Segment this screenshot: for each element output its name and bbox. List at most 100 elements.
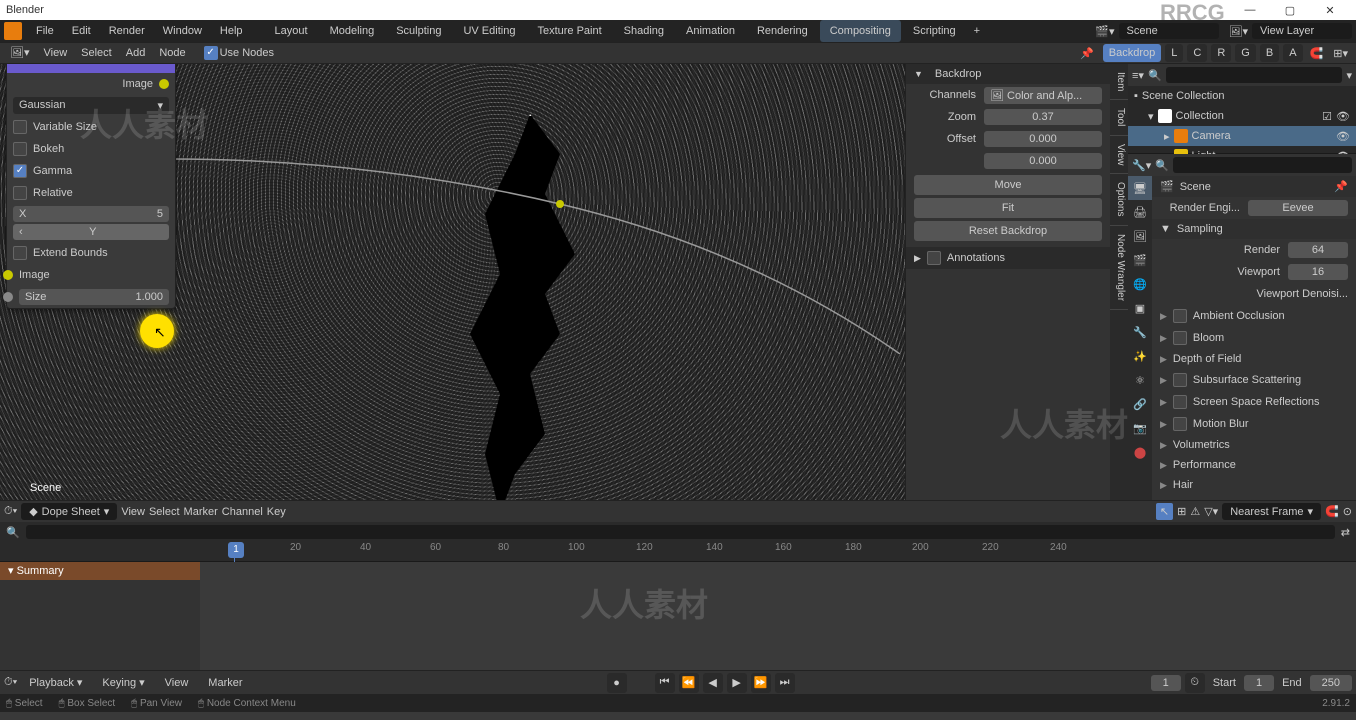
constraint-tab-icon[interactable]: 🔗 — [1128, 392, 1152, 416]
fit-button[interactable]: Fit — [914, 198, 1102, 218]
vtab-options[interactable]: Options — [1110, 174, 1128, 225]
playback-dropdown[interactable]: Playback ▾ — [21, 674, 90, 691]
outliner-collection[interactable]: ▾Collection☑👁 — [1128, 106, 1356, 126]
relative-checkbox[interactable] — [13, 186, 27, 200]
swap-icon[interactable]: ⇄ — [1341, 526, 1350, 539]
section-depth-of-field[interactable]: ▶Depth of Field — [1152, 349, 1356, 369]
tab-modeling[interactable]: Modeling — [320, 20, 385, 42]
object-tab-icon[interactable]: ▣ — [1128, 296, 1152, 320]
timeline-editor-dropdown[interactable]: ⏱▾ — [4, 676, 17, 689]
tab-scripting[interactable]: Scripting — [903, 20, 966, 42]
use-nodes-checkbox[interactable] — [204, 46, 218, 60]
add-workspace-button[interactable]: + — [968, 25, 986, 37]
tab-compositing[interactable]: Compositing — [820, 20, 901, 42]
world-tab-icon[interactable]: 🌐 — [1128, 272, 1152, 296]
dope-select-icon[interactable]: ↖ — [1156, 503, 1173, 520]
section-subsurface-scattering[interactable]: ▶Subsurface Scattering — [1152, 369, 1356, 391]
track-area[interactable] — [200, 562, 1356, 670]
image-output-socket[interactable] — [159, 79, 169, 89]
tab-rendering[interactable]: Rendering — [747, 20, 818, 42]
snap-type-dropdown[interactable]: ⊞▾ — [1329, 47, 1352, 60]
material-tab-icon[interactable]: ⬤ — [1128, 440, 1152, 464]
jump-next-key-button[interactable]: ⏩ — [751, 673, 771, 693]
minimize-button[interactable]: — — [1230, 4, 1270, 16]
dope-menu-key[interactable]: Key — [267, 506, 286, 518]
autokey-button[interactable]: ● — [607, 673, 627, 693]
outliner-camera[interactable]: ▸Camera👁 — [1128, 126, 1356, 146]
viewlayer-tab-icon[interactable]: 🖼 — [1128, 224, 1152, 248]
menu-edit[interactable]: Edit — [64, 20, 99, 42]
vtab-view[interactable]: View — [1110, 136, 1128, 175]
props-editor-dropdown[interactable]: 🔧▾ — [1132, 159, 1151, 172]
dope-menu-channel[interactable]: Channel — [222, 506, 263, 518]
compositor-menu-node[interactable]: Node — [153, 42, 191, 64]
blur-x-field[interactable]: X5 — [13, 206, 169, 222]
size-input-socket[interactable] — [3, 292, 13, 302]
vtab-item[interactable]: Item — [1110, 64, 1128, 100]
scene-browse-icon[interactable]: 🎬▾ — [1095, 25, 1114, 38]
size-field[interactable]: Size1.000 — [19, 289, 169, 305]
move-button[interactable]: Move — [914, 175, 1102, 195]
section-bloom[interactable]: ▶Bloom — [1152, 327, 1356, 349]
extend-bounds-checkbox[interactable] — [13, 246, 27, 260]
tab-sculpting[interactable]: Sculpting — [386, 20, 451, 42]
compositor-menu-view[interactable]: View — [38, 42, 74, 64]
menu-file[interactable]: File — [28, 20, 62, 42]
section-hair[interactable]: ▶Hair — [1152, 475, 1356, 495]
keying-dropdown[interactable]: Keying ▾ — [94, 674, 152, 691]
play-reverse-button[interactable]: ◀ — [703, 673, 723, 693]
outliner-scene-collection[interactable]: ▪Scene Collection — [1128, 86, 1356, 106]
viewlayer-browse-icon[interactable]: 🖼▾ — [1229, 25, 1249, 38]
compositor-menu-add[interactable]: Add — [120, 42, 152, 64]
viewport-samples-field[interactable]: 16 — [1288, 264, 1348, 280]
tab-layout[interactable]: Layout — [265, 20, 318, 42]
physics-tab-icon[interactable]: ⚛ — [1128, 368, 1152, 392]
render-engine-dropdown[interactable]: Eevee — [1248, 200, 1348, 216]
filter-icon[interactable]: ▾ — [1346, 69, 1352, 82]
pin-icon[interactable]: 📌 — [1334, 180, 1348, 193]
dope-show-sliders-icon[interactable]: ⊞ — [1177, 505, 1186, 518]
end-frame-field[interactable]: 250 — [1310, 675, 1352, 691]
dope-menu-select[interactable]: Select — [149, 506, 180, 518]
pin-icon[interactable]: 📌 — [1074, 47, 1100, 60]
channel-l[interactable]: L — [1165, 44, 1183, 62]
section-ambient-occlusion[interactable]: ▶Ambient Occlusion — [1152, 305, 1356, 327]
timeline-ruler[interactable]: 1 20406080100120140160180200220240 — [0, 542, 1356, 562]
play-button[interactable]: ▶ — [727, 673, 747, 693]
dope-search-field[interactable] — [26, 525, 1335, 539]
dopesheet-editor-dropdown[interactable]: ⏱▾ — [4, 505, 17, 518]
collection-checkbox[interactable]: ☑ — [1322, 110, 1332, 123]
editor-type-dropdown[interactable]: 🖼▾ — [4, 42, 36, 64]
scene-name-field[interactable]: Scene — [1119, 23, 1219, 39]
jump-prev-key-button[interactable]: ⏪ — [679, 673, 699, 693]
blur-node-header[interactable] — [7, 64, 175, 73]
outliner-type-dropdown[interactable]: ≡▾ — [1132, 69, 1144, 82]
scene-tab-icon[interactable]: 🎬 — [1128, 248, 1152, 272]
vtab-tool[interactable]: Tool — [1110, 100, 1128, 135]
section-checkbox[interactable] — [1173, 395, 1187, 409]
dopesheet-mode-dropdown[interactable]: ◆Dope Sheet▾ — [21, 503, 117, 520]
compositor-menu-select[interactable]: Select — [75, 42, 118, 64]
dope-proportional-icon[interactable]: ⊙ — [1343, 505, 1352, 518]
zoom-field[interactable]: 0.37 — [984, 109, 1102, 125]
section-checkbox[interactable] — [1173, 309, 1187, 323]
section-volumetrics[interactable]: ▶Volumetrics — [1152, 435, 1356, 455]
menu-render[interactable]: Render — [101, 20, 153, 42]
current-frame-indicator[interactable]: 1 — [228, 542, 244, 558]
image-input-socket[interactable] — [3, 270, 13, 280]
channel-r[interactable]: R — [1211, 44, 1231, 62]
scene-breadcrumb[interactable]: 🎬Scene📌 — [1152, 176, 1356, 197]
backdrop-toggle[interactable]: Backdrop — [1103, 44, 1161, 62]
variable-size-checkbox[interactable] — [13, 120, 27, 134]
data-tab-icon[interactable]: 📷 — [1128, 416, 1152, 440]
modifier-tab-icon[interactable]: 🔧 — [1128, 320, 1152, 344]
jump-start-button[interactable]: ⏮ — [655, 673, 675, 693]
tab-uv-editing[interactable]: UV Editing — [453, 20, 525, 42]
jump-end-button[interactable]: ⏭ — [775, 673, 795, 693]
section-motion-blur[interactable]: ▶Motion Blur — [1152, 413, 1356, 435]
sampling-header[interactable]: ▼Sampling — [1152, 219, 1356, 239]
dope-menu-marker[interactable]: Marker — [184, 506, 218, 518]
section-performance[interactable]: ▶Performance — [1152, 455, 1356, 475]
dope-filter-icon[interactable]: ▽▾ — [1204, 505, 1218, 518]
reset-backdrop-button[interactable]: Reset Backdrop — [914, 221, 1102, 241]
